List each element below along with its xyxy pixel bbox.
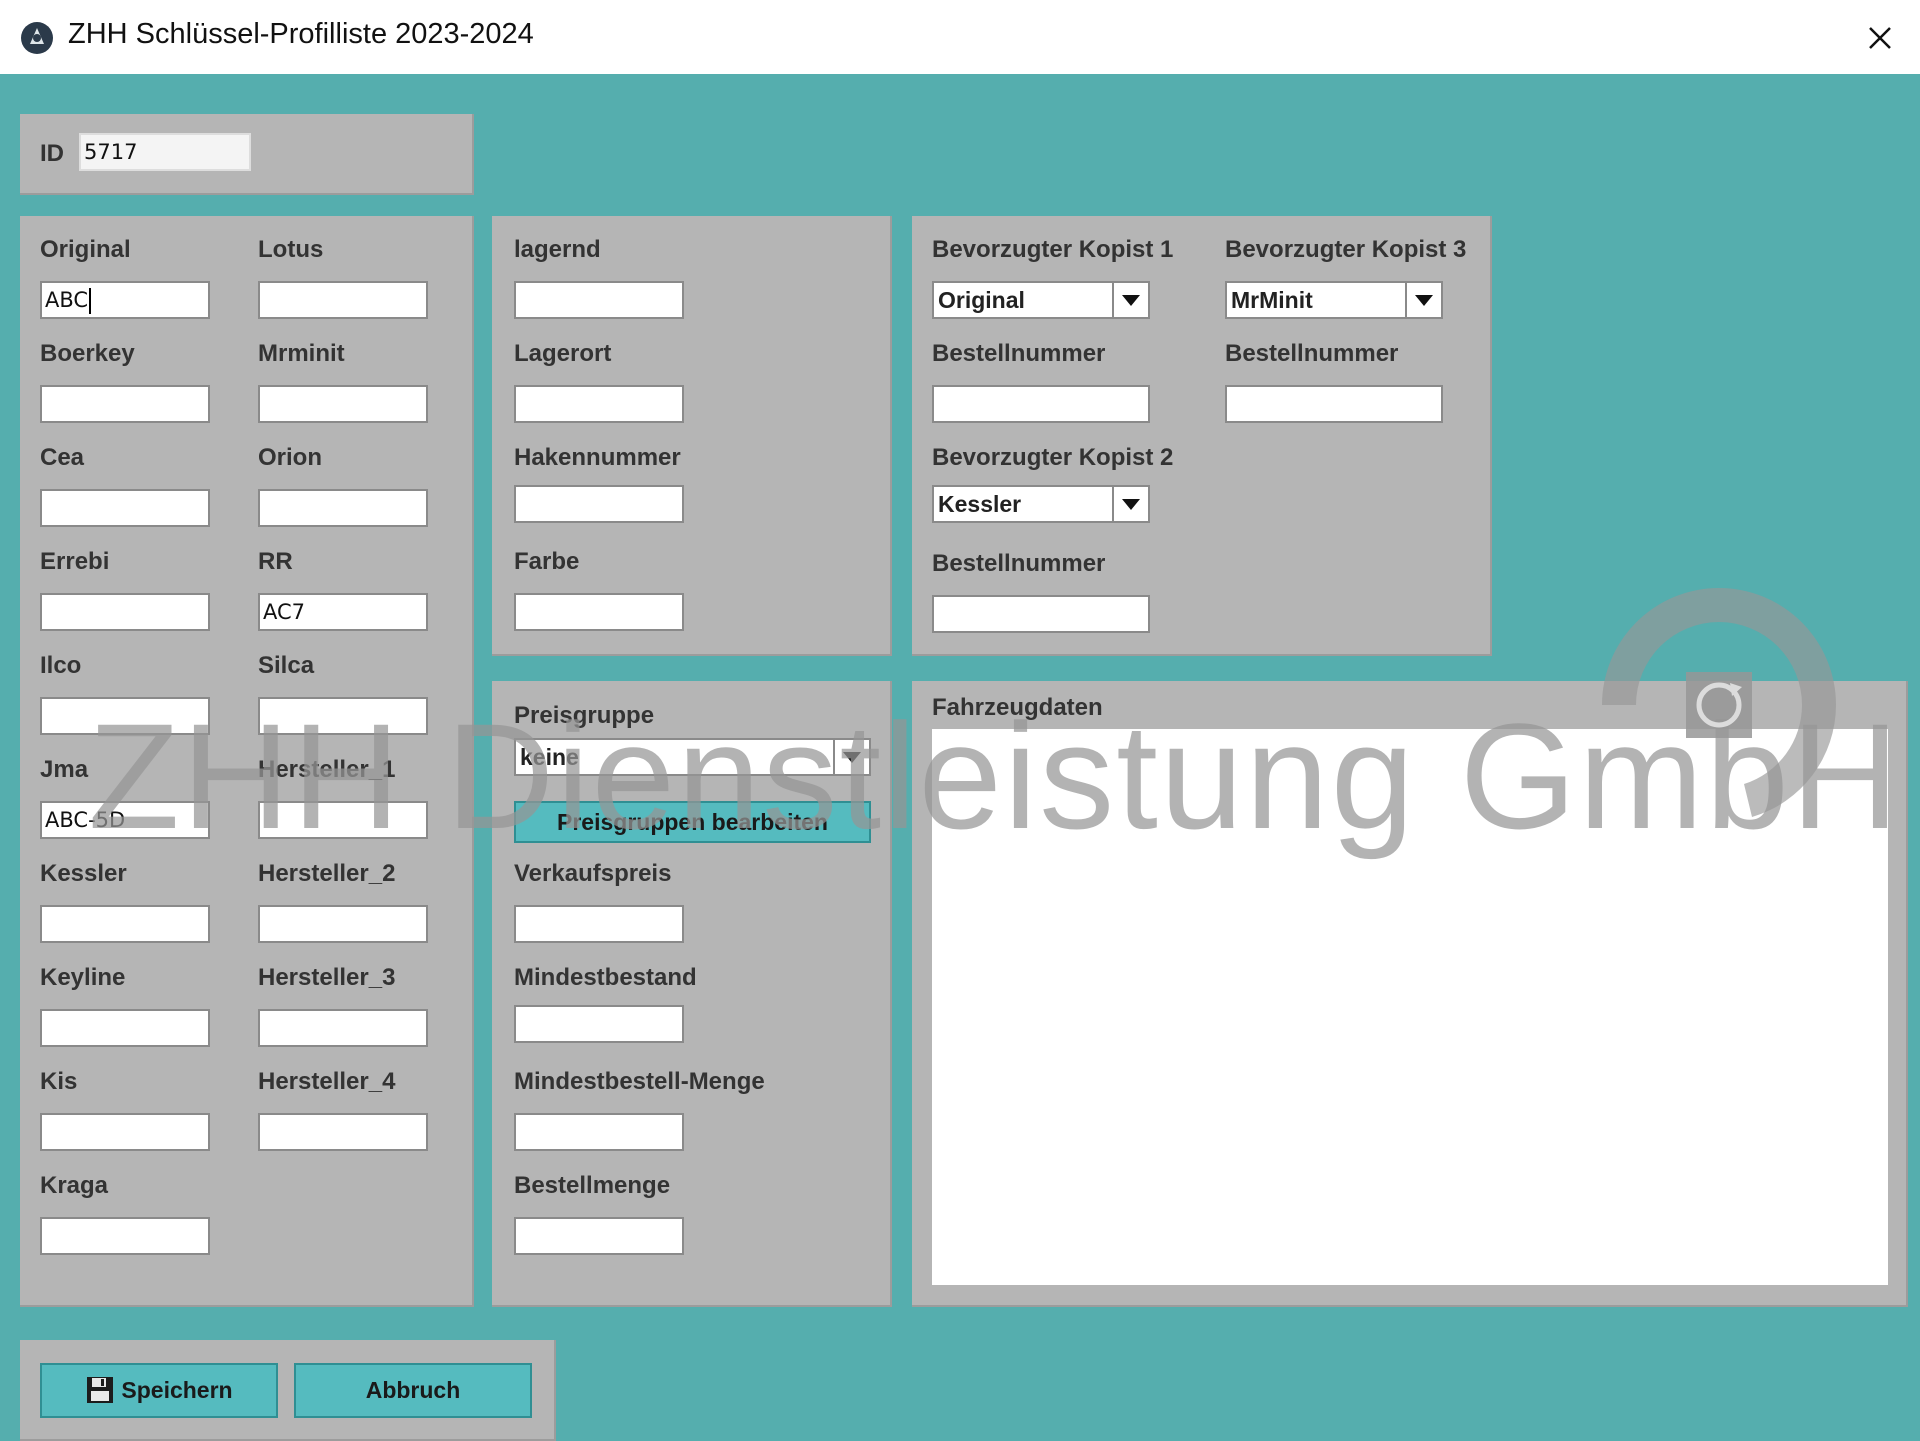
window-title: ZHH Schlüssel-Profilliste 2023-2024 <box>68 18 534 50</box>
hersteller-4-label: Hersteller_4 <box>258 1068 396 1095</box>
lotus-field[interactable] <box>258 281 428 319</box>
kopist-3-order-field[interactable] <box>1225 385 1443 423</box>
keyline-label: Keyline <box>40 964 126 991</box>
errebi-label: Errebi <box>40 548 110 575</box>
vehicle-textarea[interactable] <box>932 729 1888 1285</box>
hersteller-2-field[interactable] <box>258 905 428 943</box>
hersteller-1-field[interactable] <box>258 801 428 839</box>
kopist-2-select[interactable]: Kessler <box>932 485 1150 523</box>
lagernd-label: lagernd <box>514 236 601 263</box>
kopist-1-select[interactable]: Original <box>932 281 1150 319</box>
kis-label: Kis <box>40 1068 78 1095</box>
bestellmenge-label: Bestellmenge <box>514 1172 671 1199</box>
hersteller-2-label: Hersteller_2 <box>258 860 396 887</box>
kopist-2-order-label: Bestellnummer <box>932 550 1106 577</box>
cea-label: Cea <box>40 444 85 471</box>
cancel-button[interactable]: Abbruch <box>294 1363 532 1418</box>
kraga-label: Kraga <box>40 1172 109 1199</box>
edit-price-groups-button[interactable]: Preisgruppen bearbeiten <box>514 801 871 843</box>
kopist-1-value: Original <box>938 287 1025 313</box>
kopist-2-value: Kessler <box>938 491 1022 517</box>
jma-field[interactable]: ABC-5D <box>40 801 210 839</box>
kopist-1-label: Bevorzugter Kopist 1 <box>932 236 1174 263</box>
kraga-field[interactable] <box>40 1217 210 1255</box>
stock-panel: lagernd Lagerort Hakennummer Farbe <box>492 216 892 656</box>
hakennummer-label: Hakennummer <box>514 444 681 471</box>
silca-field[interactable] <box>258 697 428 735</box>
mrminit-field[interactable] <box>258 385 428 423</box>
close-icon[interactable] <box>1862 20 1898 56</box>
orion-field[interactable] <box>258 489 428 527</box>
bestellmenge-field[interactable] <box>514 1217 684 1255</box>
kopist-3-select[interactable]: MrMinit <box>1225 281 1443 319</box>
kopist-3-label: Bevorzugter Kopist 3 <box>1225 236 1467 263</box>
hersteller-3-field[interactable] <box>258 1009 428 1047</box>
id-label: ID <box>40 140 64 167</box>
kessler-label: Kessler <box>40 860 127 887</box>
silca-label: Silca <box>258 652 315 679</box>
kopist-1-order-field[interactable] <box>932 385 1150 423</box>
pricing-panel: Preisgruppe keine Preisgruppen bearbeite… <box>492 681 892 1307</box>
kopist-1-order-label: Bestellnummer <box>932 340 1106 367</box>
mindestbestellmenge-field[interactable] <box>514 1113 684 1151</box>
floppy-disk-icon <box>87 1376 114 1403</box>
id-panel: ID 5717 <box>20 114 474 195</box>
hersteller-3-label: Hersteller_3 <box>258 964 396 991</box>
orion-label: Orion <box>258 444 322 471</box>
boerkey-label: Boerkey <box>40 340 135 367</box>
errebi-field[interactable] <box>40 593 210 631</box>
hersteller-4-field[interactable] <box>258 1113 428 1151</box>
profiles-panel: Original ABC Lotus Boerkey Mrminit Cea O… <box>20 216 474 1307</box>
actions-panel: Speichern Abbruch <box>20 1340 556 1441</box>
kis-field[interactable] <box>40 1113 210 1151</box>
save-button-label: Speichern <box>121 1377 233 1403</box>
lagernd-field[interactable] <box>514 281 684 319</box>
preisgruppe-label: Preisgruppe <box>514 702 655 729</box>
chevron-down-icon[interactable] <box>833 740 869 774</box>
chevron-down-icon[interactable] <box>1405 283 1441 317</box>
farbe-field[interactable] <box>514 593 684 631</box>
jma-label: Jma <box>40 756 89 783</box>
app-logo-icon <box>21 22 53 54</box>
lagerort-label: Lagerort <box>514 340 612 367</box>
ilco-field[interactable] <box>40 697 210 735</box>
mrminit-label: Mrminit <box>258 340 345 367</box>
vehicle-label: Fahrzeugdaten <box>932 694 1103 721</box>
chevron-down-icon[interactable] <box>1112 487 1148 521</box>
lagerort-field[interactable] <box>514 385 684 423</box>
kessler-field[interactable] <box>40 905 210 943</box>
verkaufspreis-field[interactable] <box>514 905 684 943</box>
preisgruppe-select[interactable]: keine <box>514 738 871 776</box>
rr-label: RR <box>258 548 293 575</box>
save-button[interactable]: Speichern <box>40 1363 278 1418</box>
mindestbestand-field[interactable] <box>514 1005 684 1043</box>
original-label: Original <box>40 236 131 263</box>
mindestbestellmenge-label: Mindestbestell-Menge <box>514 1068 765 1095</box>
verkaufspreis-label: Verkaufspreis <box>514 860 672 887</box>
mindestbestand-label: Mindestbestand <box>514 964 697 991</box>
id-field[interactable]: 5717 <box>79 133 251 171</box>
original-field[interactable]: ABC <box>40 281 210 319</box>
farbe-label: Farbe <box>514 548 580 575</box>
kopist-2-label: Bevorzugter Kopist 2 <box>932 444 1174 471</box>
rr-field[interactable]: AC7 <box>258 593 428 631</box>
chevron-down-icon[interactable] <box>1112 283 1148 317</box>
title-bar: ZHH Schlüssel-Profilliste 2023-2024 <box>0 0 1920 74</box>
kopist-3-order-label: Bestellnummer <box>1225 340 1399 367</box>
keyline-field[interactable] <box>40 1009 210 1047</box>
lotus-label: Lotus <box>258 236 324 263</box>
ilco-label: Ilco <box>40 652 82 679</box>
hersteller-1-label: Hersteller_1 <box>258 756 396 783</box>
kopist-2-order-field[interactable] <box>932 595 1150 633</box>
hakennummer-field[interactable] <box>514 485 684 523</box>
cea-field[interactable] <box>40 489 210 527</box>
vehicle-panel: Fahrzeugdaten <box>912 681 1908 1307</box>
kopist-3-value: MrMinit <box>1231 287 1313 313</box>
copyists-panel: Bevorzugter Kopist 1 Original Bestellnum… <box>912 216 1492 656</box>
preisgruppe-value: keine <box>520 744 579 770</box>
boerkey-field[interactable] <box>40 385 210 423</box>
